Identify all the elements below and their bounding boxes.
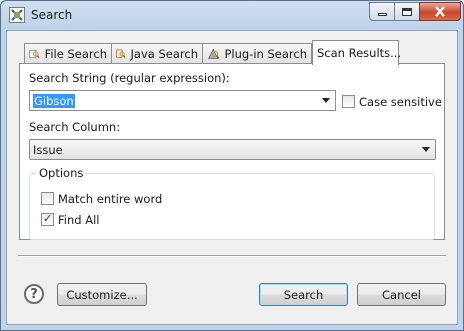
search-string-value: Gibson — [33, 94, 75, 108]
chevron-down-icon — [422, 147, 430, 152]
chevron-down-icon[interactable] — [322, 98, 330, 103]
search-string-combo[interactable]: Gibson — [29, 90, 336, 111]
close-icon — [435, 6, 445, 17]
tab-scan-results[interactable]: Scan Results... — [312, 40, 402, 65]
search-string-label: Search String (regular expression): — [29, 71, 230, 85]
help-icon[interactable]: ? — [24, 284, 44, 304]
customize-button[interactable]: Customize... — [57, 283, 147, 306]
tab-java-search[interactable]: Java Search — [111, 43, 203, 64]
maximize-icon — [402, 7, 412, 16]
tab-file-search[interactable]: File Search — [24, 43, 112, 64]
file-search-icon — [29, 49, 40, 59]
options-group — [29, 173, 435, 240]
title-bar[interactable]: Search — [1, 1, 463, 29]
tab-label: Java Search — [130, 47, 198, 61]
app-icon — [9, 7, 25, 23]
close-button[interactable] — [419, 2, 461, 21]
maximize-button[interactable] — [394, 2, 420, 21]
options-legend: Options — [36, 166, 87, 180]
window-title: Search — [31, 8, 73, 22]
find-all-checkbox[interactable]: ✓ — [41, 212, 54, 226]
tab-label: Scan Results... — [317, 46, 402, 60]
find-all-label: Find All — [58, 213, 100, 227]
search-column-select[interactable]: Issue — [29, 139, 436, 160]
search-column-label: Search Column: — [29, 120, 121, 134]
match-entire-word-label: Match entire word — [58, 192, 163, 206]
match-entire-word-checkbox[interactable] — [41, 192, 54, 205]
minimize-button[interactable] — [369, 2, 395, 21]
checkmark-icon: ✓ — [43, 212, 53, 225]
search-string-input[interactable]: Gibson — [33, 94, 75, 108]
search-column-value: Issue — [33, 143, 63, 157]
tab-label: File Search — [44, 47, 107, 61]
search-button[interactable]: Search — [259, 283, 348, 306]
tab-label: Plug-in Search — [224, 47, 307, 61]
case-sensitive-checkbox[interactable] — [342, 95, 355, 108]
case-sensitive-label: Case sensitive — [359, 95, 442, 109]
java-search-icon — [116, 49, 126, 58]
cancel-button[interactable]: Cancel — [357, 283, 446, 306]
tab-plugin-search[interactable]: Plug-in Search — [202, 43, 312, 64]
plugin-search-icon — [208, 48, 220, 59]
minimize-icon — [377, 13, 387, 16]
divider — [18, 255, 446, 257]
